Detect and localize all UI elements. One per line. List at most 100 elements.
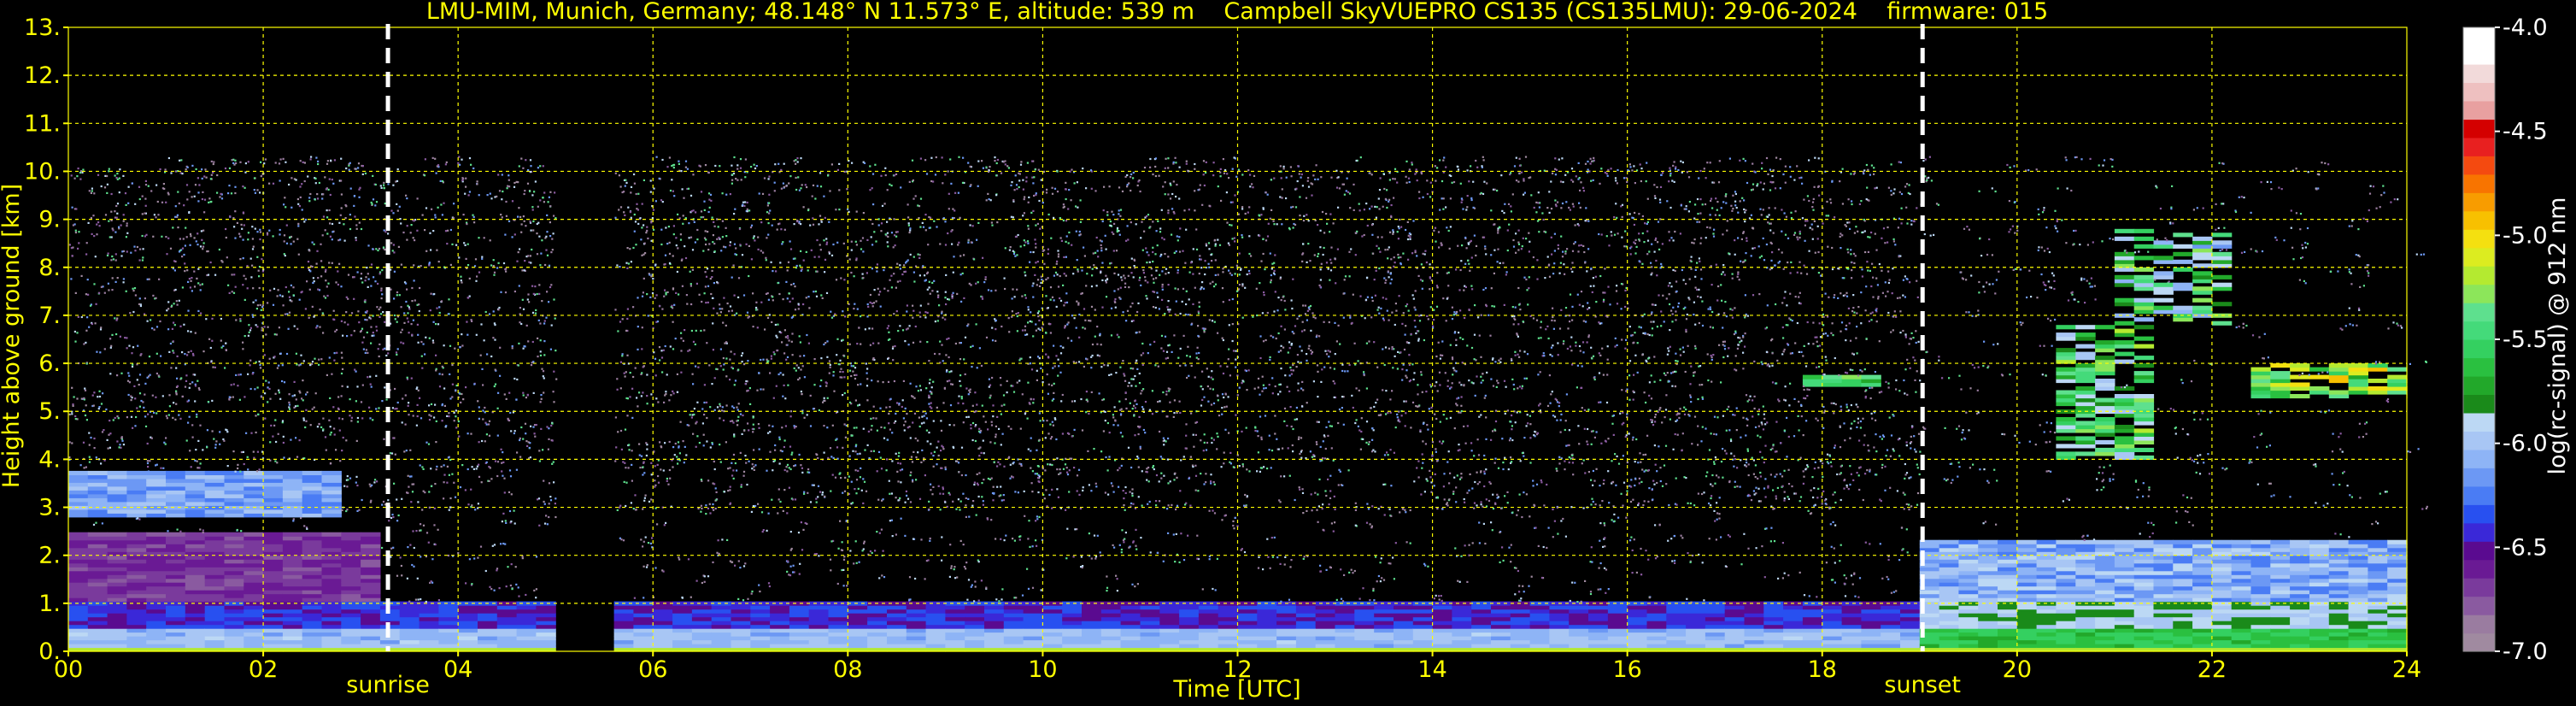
heatmap-cell bbox=[2192, 632, 2213, 637]
heatmap-cell bbox=[341, 539, 361, 544]
heatmap-cell bbox=[107, 485, 127, 491]
heatmap-cell bbox=[2328, 570, 2350, 575]
noise-speck bbox=[184, 270, 186, 273]
noise-speck bbox=[163, 187, 166, 190]
noise-speck bbox=[97, 174, 100, 176]
heatmap-cell bbox=[2153, 256, 2174, 261]
noise-speck bbox=[443, 474, 446, 476]
noise-speck bbox=[211, 317, 214, 320]
noise-speck bbox=[74, 415, 77, 418]
heatmap-cell bbox=[341, 613, 361, 618]
noise-speck bbox=[625, 371, 627, 374]
noise-speck bbox=[422, 468, 425, 470]
noise-speck bbox=[261, 304, 264, 307]
noise-speck bbox=[477, 556, 479, 559]
heatmap-cell bbox=[321, 532, 342, 537]
heatmap-cell bbox=[2250, 555, 2271, 560]
heatmap-cell bbox=[1705, 613, 1726, 618]
noise-speck bbox=[416, 415, 419, 418]
noise-speck bbox=[637, 326, 639, 328]
heatmap-cell bbox=[2075, 439, 2096, 444]
heatmap-cell bbox=[2075, 555, 2096, 560]
heatmap-cell bbox=[204, 555, 226, 560]
heatmap-cell bbox=[1023, 639, 1043, 644]
heatmap-cell bbox=[2231, 601, 2252, 606]
heatmap-cell bbox=[2270, 624, 2291, 629]
heatmap-cell bbox=[146, 482, 167, 487]
heatmap-cell bbox=[361, 609, 381, 614]
noise-speck bbox=[513, 430, 516, 432]
heatmap-cell bbox=[224, 547, 244, 552]
noise-speck bbox=[428, 506, 431, 509]
heatmap-cell bbox=[399, 628, 420, 633]
heatmap-cell bbox=[302, 536, 323, 541]
heatmap-cell bbox=[2075, 332, 2096, 338]
noise-speck bbox=[420, 265, 422, 268]
heatmap-cell bbox=[1802, 644, 1823, 649]
noise-speck bbox=[496, 267, 499, 269]
noise-speck bbox=[455, 389, 457, 391]
noise-speck bbox=[364, 301, 367, 303]
heatmap-cell bbox=[1082, 636, 1102, 641]
noise-speck bbox=[416, 229, 419, 232]
noise-speck bbox=[296, 238, 299, 240]
heatmap-cell bbox=[1724, 624, 1746, 629]
heatmap-cell bbox=[945, 636, 965, 641]
heatmap-cell bbox=[1335, 628, 1355, 633]
noise-speck bbox=[278, 389, 280, 391]
noise-speck bbox=[244, 186, 246, 189]
heatmap-cell bbox=[87, 613, 109, 618]
heatmap-cell bbox=[2328, 644, 2350, 649]
noise-speck bbox=[316, 426, 319, 428]
heatmap-cell bbox=[925, 605, 946, 610]
heatmap-cell bbox=[2309, 644, 2330, 649]
heatmap-cell bbox=[2056, 570, 2076, 575]
noise-speck bbox=[466, 223, 468, 226]
heatmap-cell bbox=[244, 616, 264, 621]
heatmap-cell bbox=[419, 639, 439, 644]
heatmap-cell bbox=[1978, 593, 1998, 598]
noise-speck bbox=[173, 402, 175, 404]
heatmap-cell bbox=[1978, 570, 1998, 575]
noise-speck bbox=[448, 298, 450, 301]
noise-speck bbox=[282, 304, 285, 307]
noise-speck bbox=[644, 494, 647, 497]
heatmap-cell bbox=[672, 605, 693, 610]
heatmap-cell bbox=[2231, 616, 2252, 621]
heatmap-cell bbox=[2290, 624, 2310, 629]
noise-speck bbox=[361, 417, 364, 420]
heatmap-cell bbox=[107, 628, 127, 633]
noise-speck bbox=[261, 329, 263, 332]
heatmap-cell bbox=[1412, 636, 1434, 641]
heatmap-cell bbox=[126, 628, 147, 633]
noise-speck bbox=[464, 244, 466, 246]
noise-speck bbox=[211, 399, 214, 402]
noise-speck bbox=[518, 595, 520, 597]
heatmap-cell bbox=[302, 509, 323, 514]
noise-speck bbox=[396, 353, 398, 356]
heatmap-cell bbox=[2309, 636, 2330, 641]
noise-speck bbox=[292, 294, 295, 297]
noise-speck bbox=[134, 203, 137, 205]
heatmap-cell bbox=[2075, 336, 2096, 341]
heatmap-cell bbox=[1900, 639, 1921, 644]
heatmap-cell bbox=[204, 624, 226, 629]
noise-speck bbox=[157, 214, 160, 216]
heatmap-cell bbox=[1198, 613, 1219, 618]
heatmap-cell bbox=[1958, 585, 1979, 591]
noise-speck bbox=[77, 315, 79, 318]
noise-speck bbox=[142, 256, 144, 259]
heatmap-cell bbox=[867, 632, 888, 637]
heatmap-cell bbox=[2250, 547, 2271, 552]
heatmap-cell bbox=[2192, 578, 2213, 583]
heatmap-cell bbox=[1120, 613, 1141, 618]
noise-speck bbox=[251, 226, 254, 228]
heatmap-cell bbox=[1646, 628, 1667, 633]
noise-speck bbox=[516, 260, 519, 262]
heatmap-cell bbox=[2056, 605, 2076, 610]
heatmap-cell bbox=[2211, 632, 2233, 637]
heatmap-cell bbox=[282, 585, 303, 591]
heatmap-cell bbox=[1218, 613, 1239, 618]
heatmap-cell bbox=[321, 562, 342, 568]
heatmap-cell bbox=[1861, 624, 1881, 629]
